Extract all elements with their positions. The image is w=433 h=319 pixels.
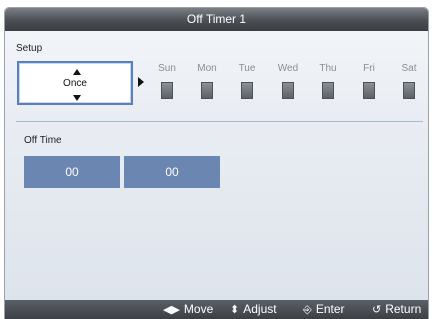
hint-move-label: Move: [183, 302, 214, 316]
hint-enter-label: Enter: [315, 302, 345, 316]
day-label: Wed: [277, 63, 299, 74]
section-divider: [16, 121, 423, 122]
day-label: Sun: [158, 63, 176, 74]
hint-adjust: ⬍ Adjust: [230, 302, 277, 318]
day-sat[interactable]: Sat: [394, 63, 424, 99]
day-label: Sat: [401, 63, 417, 74]
window-title: Off Timer 1: [5, 8, 428, 31]
hint-enter: ⎆ Enter: [303, 302, 345, 318]
off-time-label: Off Time: [24, 135, 62, 146]
day-checkbox[interactable]: [403, 82, 415, 99]
repeat-selector[interactable]: Once: [17, 61, 133, 105]
hint-return: ↺ Return: [372, 302, 421, 318]
off-time-minute-field[interactable]: 00: [124, 156, 220, 188]
setup-label: Setup: [16, 43, 43, 54]
day-checkbox[interactable]: [322, 82, 334, 99]
off-time-hour-field[interactable]: 00: [24, 156, 120, 188]
day-checkbox[interactable]: [241, 82, 253, 99]
day-thu[interactable]: Thu: [313, 63, 343, 99]
hint-adjust-label: Adjust: [243, 302, 277, 316]
arrow-up-icon[interactable]: [73, 69, 81, 75]
day-checkbox[interactable]: [201, 82, 213, 99]
arrow-down-icon[interactable]: [73, 95, 81, 101]
day-label: Fri: [363, 63, 375, 74]
arrow-right-icon[interactable]: [138, 77, 144, 87]
day-checkbox[interactable]: [161, 82, 173, 99]
hint-return-label: Return: [385, 302, 422, 316]
off-timer-window: Off Timer 1 Setup Once Sun Mon Tue Wed T…: [5, 8, 428, 319]
day-tue[interactable]: Tue: [232, 63, 262, 99]
footer-hint-bar: ◀▶ Move ⬍ Adjust ⎆ Enter ↺ Return: [5, 300, 428, 319]
day-checkbox[interactable]: [282, 82, 294, 99]
day-label: Tue: [238, 63, 256, 74]
day-sun[interactable]: Sun: [152, 63, 182, 99]
day-wed[interactable]: Wed: [273, 63, 303, 99]
return-icon: ↺: [372, 304, 382, 316]
hint-move: ◀▶ Move: [163, 302, 213, 318]
adjust-icon: ⬍: [230, 304, 240, 316]
repeat-value: Once: [63, 78, 87, 89]
day-mon[interactable]: Mon: [192, 63, 222, 99]
move-icon: ◀▶: [163, 304, 180, 316]
day-fri[interactable]: Fri: [354, 63, 384, 99]
day-checkbox[interactable]: [363, 82, 375, 99]
day-label: Thu: [319, 63, 337, 74]
enter-icon: ⎆: [303, 304, 312, 316]
day-label: Mon: [197, 63, 217, 74]
